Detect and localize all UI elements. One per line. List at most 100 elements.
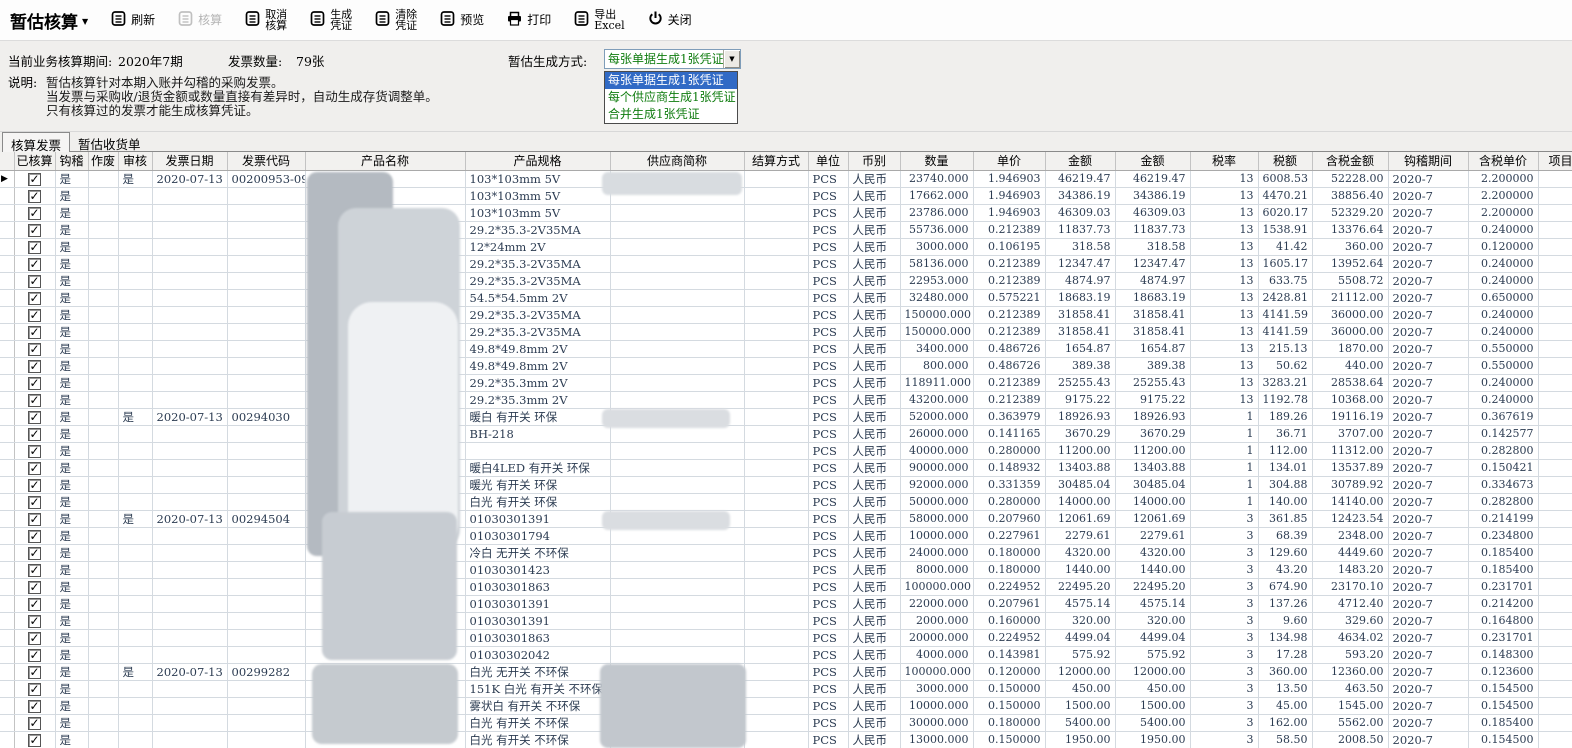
export-excel-button[interactable]: 导出 Excel [573, 9, 624, 31]
row-checkbox[interactable]: ✓ [28, 258, 41, 271]
row-checkbox[interactable]: ✓ [28, 241, 41, 254]
cancel-account-button[interactable]: 取消 核算 [244, 9, 287, 31]
table-row[interactable]: ✓ 是 白光 有开关 不环保 PCS 人民币 13000.000 0.15000… [0, 731, 1572, 748]
table-row[interactable]: ✓ 是 29.2*35.3-2V35MA PCS 人民币 55736.000 0… [0, 221, 1572, 238]
column-header-audited[interactable]: 审核 [118, 152, 152, 170]
row-checkbox[interactable]: ✓ [28, 530, 41, 543]
generate-voucher-button[interactable]: 生成 凭证 [309, 9, 352, 31]
column-header-tax[interactable]: 税额 [1258, 152, 1312, 170]
row-checkbox[interactable]: ✓ [28, 377, 41, 390]
table-row[interactable]: ✓ 是 01030301391 PCS 人民币 2000.000 0.16000… [0, 612, 1572, 629]
table-row[interactable]: ✓ 是 29.2*35.3-2V35MA PCS 人民币 150000.000 … [0, 306, 1572, 323]
column-header-product-name[interactable]: 产品名称 [305, 152, 465, 170]
gen-mode-combobox[interactable]: 每张单据生成1张凭证 ▼ [604, 49, 741, 69]
row-checkbox[interactable]: ✓ [28, 513, 41, 526]
row-checkbox[interactable]: ✓ [28, 394, 41, 407]
table-row[interactable]: ✓ 是 是 2020-07-13 00294504 01030301391 PC… [0, 510, 1572, 527]
row-checkbox[interactable]: ✓ [28, 683, 41, 696]
column-header-voided[interactable]: 作废 [88, 152, 118, 170]
column-header-product-spec[interactable]: 产品规格 [465, 152, 610, 170]
column-header-checked[interactable]: 已核算 [14, 152, 55, 170]
row-checkbox[interactable]: ✓ [28, 292, 41, 305]
table-row[interactable]: ✓ 是 01030301863 PCS 人民币 100000.000 0.224… [0, 578, 1572, 595]
row-checkbox[interactable]: ✓ [28, 734, 41, 747]
dropdown-option[interactable]: 每张单据生成1张凭证 [605, 72, 737, 89]
row-checkbox[interactable]: ✓ [28, 462, 41, 475]
table-row[interactable]: ✓ 是 PCS 人民币 40000.000 0.280000 11200.00 … [0, 442, 1572, 459]
row-checkbox[interactable]: ✓ [28, 581, 41, 594]
column-header-settlement[interactable]: 结算方式 [744, 152, 808, 170]
table-row[interactable]: ✓ 是 01030301863 PCS 人民币 20000.000 0.2249… [0, 629, 1572, 646]
close-button[interactable]: 关闭 [647, 10, 692, 30]
table-row[interactable]: ✓ 是 暖白4LED 有开关 环保 PCS 人民币 90000.000 0.14… [0, 459, 1572, 476]
tab-accounted-invoices[interactable]: 核算发票 [2, 132, 70, 152]
column-header-invoice-code[interactable]: 发票代码 [227, 152, 305, 170]
table-row[interactable]: ✓ 是 白光 有开关 不环保 PCS 人民币 30000.000 0.18000… [0, 714, 1572, 731]
print-button[interactable]: 打印 [506, 10, 551, 30]
app-title[interactable]: 暂估核算 ▼ [10, 8, 88, 33]
table-row[interactable]: ✓ 是 151K 白光 有开关 不环保 PCS 人民币 3000.000 0.1… [0, 680, 1572, 697]
row-checkbox[interactable]: ✓ [28, 411, 41, 424]
row-checkbox[interactable]: ✓ [28, 479, 41, 492]
column-header-quantity[interactable]: 数量 [900, 152, 973, 170]
table-row[interactable]: ✓ 是 白光 有开关 环保 PCS 人民币 50000.000 0.280000… [0, 493, 1572, 510]
table-row[interactable]: ✓ 是 暖光 有开关 环保 PCS 人民币 92000.000 0.331359… [0, 476, 1572, 493]
row-checkbox[interactable]: ✓ [28, 700, 41, 713]
table-row[interactable]: ✓ 是 01030301794 PCS 人民币 10000.000 0.2279… [0, 527, 1572, 544]
table-row[interactable]: ✓ 是 是 2020-07-13 00299282 白光 无开关 不环保 PCS… [0, 663, 1572, 680]
row-checkbox[interactable]: ✓ [28, 275, 41, 288]
clear-voucher-button[interactable]: 清除 凭证 [374, 9, 417, 31]
row-checkbox[interactable]: ✓ [28, 649, 41, 662]
column-header-amount2[interactable]: 金额 [1115, 152, 1190, 170]
combobox-dropdown-button[interactable]: ▼ [723, 50, 740, 68]
preview-button[interactable]: 预览 [439, 10, 484, 30]
row-checkbox[interactable]: ✓ [28, 309, 41, 322]
row-checkbox[interactable]: ✓ [28, 717, 41, 730]
row-checkbox[interactable]: ✓ [28, 326, 41, 339]
row-checkbox[interactable]: ✓ [28, 343, 41, 356]
row-checkbox[interactable]: ✓ [28, 173, 41, 186]
column-header-project[interactable]: 项目 [1538, 152, 1572, 170]
table-row[interactable]: ✓ 是 是 2020-07-13 00294030 暖白 有开关 环保 PCS … [0, 408, 1572, 425]
row-checkbox[interactable]: ✓ [28, 547, 41, 560]
row-checkbox[interactable]: ✓ [28, 496, 41, 509]
dropdown-option[interactable]: 合并生成1张凭证 [605, 106, 737, 123]
row-checkbox[interactable]: ✓ [28, 224, 41, 237]
table-row[interactable]: ✓ 是 29.2*35.3-2V35MA PCS 人民币 22953.000 0… [0, 272, 1572, 289]
column-header-unit-price[interactable]: 单价 [973, 152, 1045, 170]
row-checkbox[interactable]: ✓ [28, 564, 41, 577]
column-header-recon-period[interactable]: 钩稽期间 [1388, 152, 1468, 170]
table-row[interactable]: ✓ 是 103*103mm 5V PCS 人民币 23786.000 1.946… [0, 204, 1572, 221]
table-row[interactable]: ✓ 是 103*103mm 5V PCS 人民币 17662.000 1.946… [0, 187, 1572, 204]
table-row[interactable]: ✓ 是 01030301391 PCS 人民币 22000.000 0.2079… [0, 595, 1572, 612]
row-checkbox[interactable]: ✓ [28, 598, 41, 611]
column-header-amount-with-tax[interactable]: 含税金额 [1312, 152, 1388, 170]
table-row[interactable]: ✓ 是 12*24mm 2V PCS 人民币 3000.000 0.106195… [0, 238, 1572, 255]
column-header-supplier[interactable]: 供应商简称 [610, 152, 744, 170]
column-header-unit[interactable]: 单位 [808, 152, 848, 170]
row-checkbox[interactable]: ✓ [28, 207, 41, 220]
column-header-amount[interactable]: 金额 [1045, 152, 1115, 170]
row-checkbox[interactable]: ✓ [28, 445, 41, 458]
table-row[interactable]: ✓ 是 49.8*49.8mm 2V PCS 人民币 800.000 0.486… [0, 357, 1572, 374]
table-row[interactable]: ✓ 是 54.5*54.5mm 2V PCS 人民币 32480.000 0.5… [0, 289, 1572, 306]
column-header-price-with-tax[interactable]: 含税单价 [1468, 152, 1538, 170]
tab-estimated-receipts[interactable]: 暂估收货单 [70, 132, 149, 152]
table-row[interactable]: ▶ ✓ 是 是 2020-07-13 00200953-095 103*103m… [0, 170, 1572, 187]
table-row[interactable]: ✓ 是 BH-218 PCS 人民币 26000.000 0.141165 36… [0, 425, 1572, 442]
table-row[interactable]: ✓ 是 29.2*35.3mm 2V PCS 人民币 43200.000 0.2… [0, 391, 1572, 408]
column-header-currency[interactable]: 币别 [848, 152, 900, 170]
table-row[interactable]: ✓ 是 49.8*49.8mm 2V PCS 人民币 3400.000 0.48… [0, 340, 1572, 357]
table-row[interactable]: ✓ 是 01030301423 PCS 人民币 8000.000 0.18000… [0, 561, 1572, 578]
table-row[interactable]: ✓ 是 雾状白 有开关 不环保 PCS 人民币 10000.000 0.1500… [0, 697, 1572, 714]
row-checkbox[interactable]: ✓ [28, 615, 41, 628]
table-row[interactable]: ✓ 是 29.2*35.3-2V35MA PCS 人民币 150000.000 … [0, 323, 1572, 340]
row-checkbox[interactable]: ✓ [28, 360, 41, 373]
table-row[interactable]: ✓ 是 29.2*35.3mm 2V PCS 人民币 118911.000 0.… [0, 374, 1572, 391]
row-checkbox[interactable]: ✓ [28, 666, 41, 679]
table-row[interactable]: ✓ 是 冷白 无开关 不环保 PCS 人民币 24000.000 0.18000… [0, 544, 1572, 561]
table-row[interactable]: ✓ 是 29.2*35.3-2V35MA PCS 人民币 58136.000 0… [0, 255, 1572, 272]
row-checkbox[interactable]: ✓ [28, 632, 41, 645]
refresh-button[interactable]: 刷新 [110, 10, 155, 30]
column-header-invoice-date[interactable]: 发票日期 [152, 152, 227, 170]
